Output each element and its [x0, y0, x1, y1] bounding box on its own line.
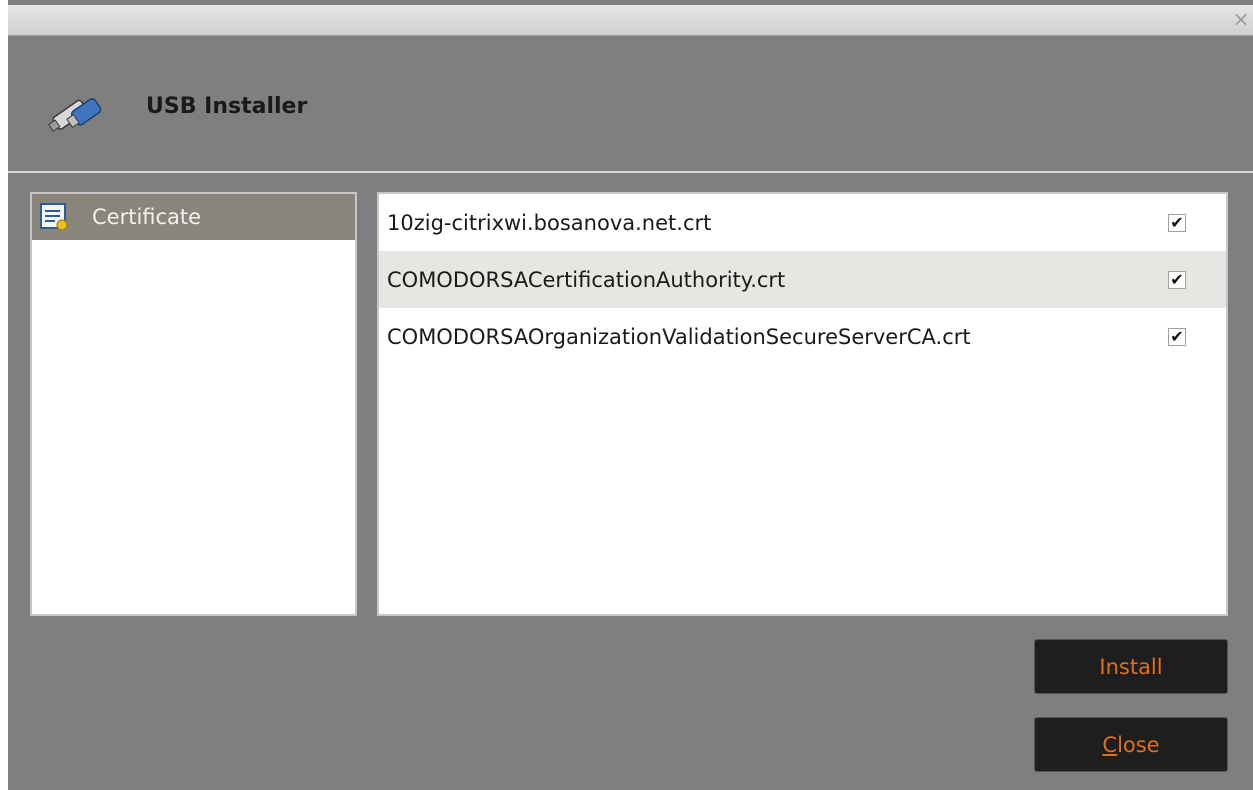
title-bar: ×: [8, 5, 1253, 36]
install-button[interactable]: Install: [1034, 639, 1228, 694]
sidebar-item-label: Certificate: [92, 205, 202, 229]
close-button[interactable]: Close: [1034, 717, 1228, 772]
header-divider: [8, 171, 1253, 173]
certificate-icon: [40, 203, 68, 231]
file-checkbox[interactable]: ✔: [1168, 328, 1186, 346]
category-list: Certificate: [30, 192, 357, 616]
app-title: USB Installer: [146, 94, 308, 119]
file-name: 10zig-citrixwi.bosanova.net.crt: [387, 210, 712, 235]
sidebar-item-certificate[interactable]: Certificate: [32, 194, 355, 240]
file-checkbox[interactable]: ✔: [1168, 271, 1186, 289]
list-item[interactable]: COMODORSACertificationAuthority.crt ✔: [379, 251, 1226, 308]
list-item[interactable]: 10zig-citrixwi.bosanova.net.crt ✔: [379, 194, 1226, 251]
usb-installer-window: × USB Installer Certificate 10zig-citrix…: [8, 0, 1253, 790]
close-window-icon[interactable]: ×: [1231, 7, 1251, 31]
install-button-label: Install: [1099, 654, 1163, 679]
header: USB Installer: [8, 36, 1253, 172]
close-button-mnemonic: C: [1102, 732, 1118, 757]
file-checkbox[interactable]: ✔: [1168, 214, 1186, 232]
file-name: COMODORSACertificationAuthority.crt: [387, 267, 786, 292]
certificate-file-list: 10zig-citrixwi.bosanova.net.crt ✔ COMODO…: [377, 192, 1228, 616]
usb-drive-icon: [47, 98, 102, 132]
file-name: COMODORSAOrganizationValidationSecureSer…: [387, 324, 971, 349]
list-item[interactable]: COMODORSAOrganizationValidationSecureSer…: [379, 308, 1226, 365]
close-button-label: lose: [1117, 732, 1160, 757]
